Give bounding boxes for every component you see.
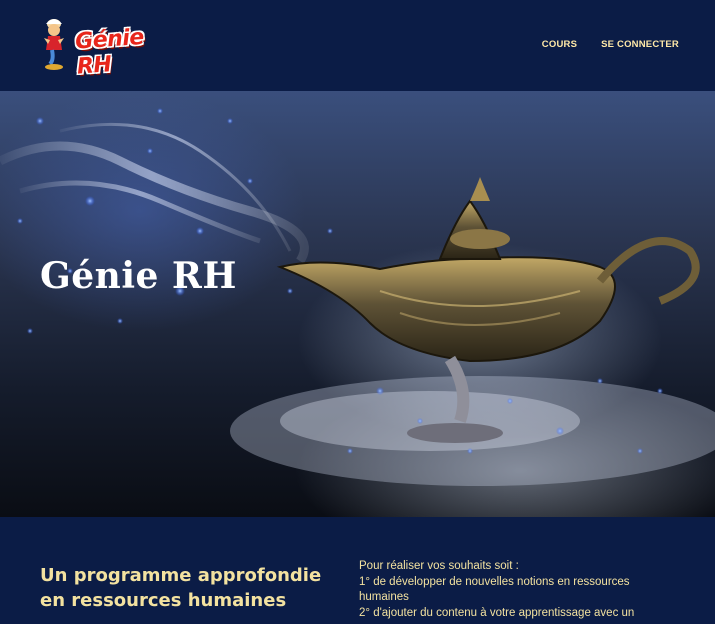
site-header: Génie RH COURS SE CONNECTER <box>0 0 715 91</box>
intro-line: 1° de développer de nouvelles notions en… <box>359 575 630 604</box>
intro-section: Un programme approfondie en ressources h… <box>0 517 715 624</box>
genie-mascot-icon <box>44 19 64 70</box>
site-logo[interactable]: Génie RH <box>40 14 180 80</box>
hero-banner: Génie RH <box>0 91 715 517</box>
nav-link-cours[interactable]: COURS <box>542 39 577 50</box>
intro-body: Pour réaliser vos souhaits soit : 1° de … <box>359 559 659 621</box>
magic-lamp-image <box>0 108 715 486</box>
intro-line: 2° d'ajouter du contenu à votre apprenti… <box>359 606 635 619</box>
hero-title: Génie RH <box>40 255 237 297</box>
intro-heading: Un programme approfondie en ressources h… <box>40 565 322 611</box>
intro-line: Pour réaliser vos souhaits soit : <box>359 560 519 572</box>
nav-link-se-connecter[interactable]: SE CONNECTER <box>601 39 679 50</box>
logo-wordmark: Génie RH <box>74 24 145 80</box>
main-nav: COURS SE CONNECTER <box>542 39 679 50</box>
